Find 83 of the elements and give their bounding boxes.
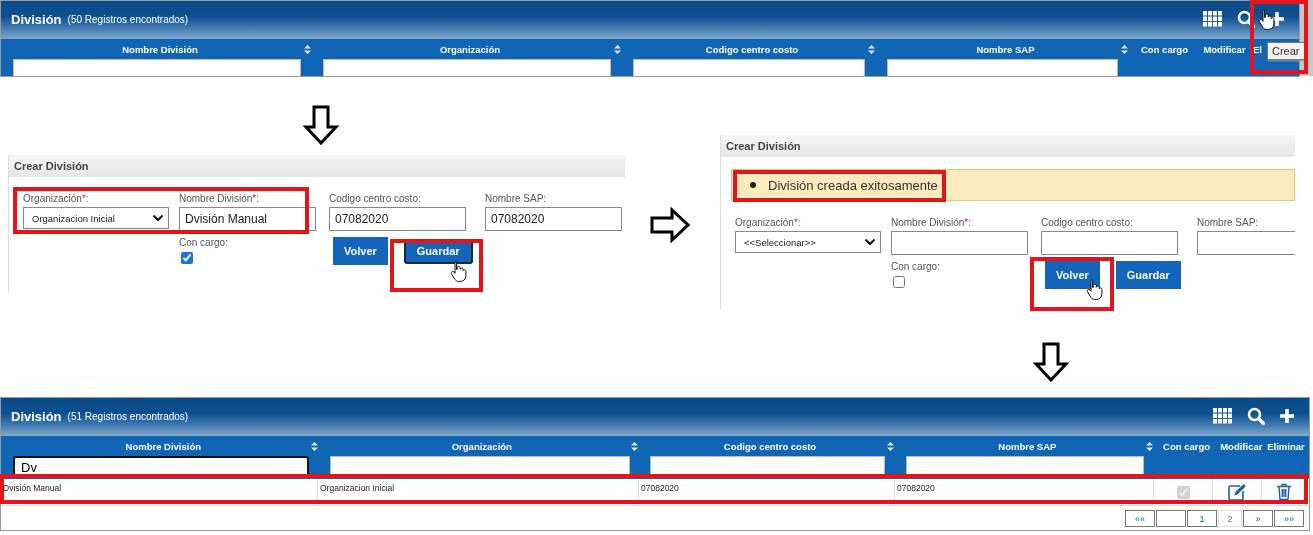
filter-field[interactable]: [323, 59, 611, 76]
chevron-down-icon: [864, 238, 876, 246]
page-button[interactable]: 1: [1187, 510, 1217, 527]
filter-field[interactable]: [633, 59, 865, 76]
column-header: Eliminar: [1267, 440, 1305, 452]
hand-cursor-icon: [450, 260, 468, 282]
column-header: Modificar: [1203, 43, 1246, 55]
input-field[interactable]: [891, 231, 1028, 255]
add-icon[interactable]: [1279, 408, 1295, 424]
down-arrow-icon: [303, 105, 339, 145]
page-button[interactable]: »: [1243, 510, 1273, 527]
page-button[interactable]: 2: [1218, 510, 1242, 527]
down-arrow-icon: [1033, 342, 1069, 382]
column-header: Nombre SAP: [976, 43, 1035, 55]
input-field[interactable]: [1041, 231, 1178, 255]
field-label: Organización*:: [23, 193, 90, 204]
column-header: Nombre División: [122, 43, 198, 55]
table-cell: 07082020: [895, 479, 1154, 505]
edit-icon[interactable]: [1227, 483, 1247, 501]
field-label: Organización*:: [735, 217, 802, 228]
sort-icon[interactable]: [631, 442, 639, 451]
search-icon[interactable]: [1247, 407, 1265, 425]
sort-icon[interactable]: [304, 45, 311, 54]
con-cargo-checkbox[interactable]: [893, 276, 905, 288]
column-header: Con cargo: [1163, 440, 1211, 452]
field-label: Nombre División*:: [891, 217, 973, 228]
right-arrow-icon: [650, 207, 690, 243]
grid-view-icon[interactable]: [1203, 11, 1223, 27]
grid-view-icon[interactable]: [1213, 408, 1233, 424]
select-field[interactable]: Organizacion Inicial: [23, 207, 169, 229]
page-button[interactable]: [1156, 510, 1186, 527]
column-header: El: [1253, 43, 1262, 55]
hand-cursor-icon: [1258, 8, 1276, 30]
field-label: Codigo centro costo:: [329, 193, 422, 204]
trash-icon[interactable]: [1275, 483, 1292, 501]
sort-icon[interactable]: [1121, 45, 1128, 54]
filter-field[interactable]: [13, 59, 301, 76]
sort-icon[interactable]: [886, 442, 894, 451]
sort-icon[interactable]: [614, 45, 621, 54]
field-label: Codigo centro costo:: [1041, 217, 1134, 228]
form-button[interactable]: Guardar: [1115, 261, 1181, 289]
column-header: Organización: [439, 43, 501, 55]
table-cell: Dvisión Manual: [1, 479, 318, 505]
input-field[interactable]: Dvisión Manual: [179, 207, 316, 231]
form-button[interactable]: Volver: [333, 237, 388, 265]
sort-icon[interactable]: [1145, 442, 1153, 451]
column-header: Nombre SAP: [998, 440, 1057, 452]
column-header: Con cargo: [1141, 43, 1188, 55]
alert-message: División creada exitosamente: [768, 177, 938, 193]
page-button[interactable]: »»: [1274, 510, 1304, 527]
sort-icon[interactable]: [868, 45, 875, 54]
column-header: Codigo centro costo: [723, 440, 817, 452]
grid-title: División: [11, 408, 62, 424]
con-cargo-checkbox[interactable]: [181, 252, 193, 264]
record-count: (51 Registros encontrados): [67, 410, 189, 422]
column-header: Codigo centro costo: [705, 43, 799, 55]
column-header: Organización: [451, 440, 512, 452]
tooltip: Crear: [1267, 42, 1305, 60]
page-button[interactable]: ««: [1125, 510, 1155, 527]
field-label: Nombre División*:: [179, 193, 261, 204]
grid-title: División: [11, 11, 62, 27]
hand-cursor-icon: [1086, 278, 1104, 300]
form-title: Crear División: [9, 155, 625, 177]
table-cell: Organizacion Inicial: [318, 479, 639, 505]
field-label: Con cargo:: [891, 261, 941, 272]
form-button[interactable]: Volver: [1045, 261, 1100, 289]
search-icon[interactable]: [1237, 10, 1255, 28]
filter-field[interactable]: [887, 59, 1118, 76]
chevron-down-icon: [152, 214, 164, 222]
field-label: Con cargo:: [179, 237, 229, 248]
field-label: Nombre SAP:: [1197, 217, 1260, 228]
input-field[interactable]: [1197, 231, 1295, 255]
column-header: Modificar: [1220, 440, 1263, 452]
column-header: Nombre División: [125, 440, 201, 452]
bullet-icon: [750, 182, 756, 188]
input-field[interactable]: 07082020: [329, 207, 466, 231]
input-field[interactable]: 07082020: [485, 207, 622, 231]
select-field[interactable]: <<Seleccionar>>: [735, 231, 881, 253]
form-title: Crear División: [721, 135, 1295, 157]
record-count: (50 Registros encontrados): [67, 13, 189, 25]
field-label: Nombre SAP:: [485, 193, 548, 204]
table-cell: 07082020: [639, 479, 895, 505]
sort-icon[interactable]: [310, 442, 318, 451]
